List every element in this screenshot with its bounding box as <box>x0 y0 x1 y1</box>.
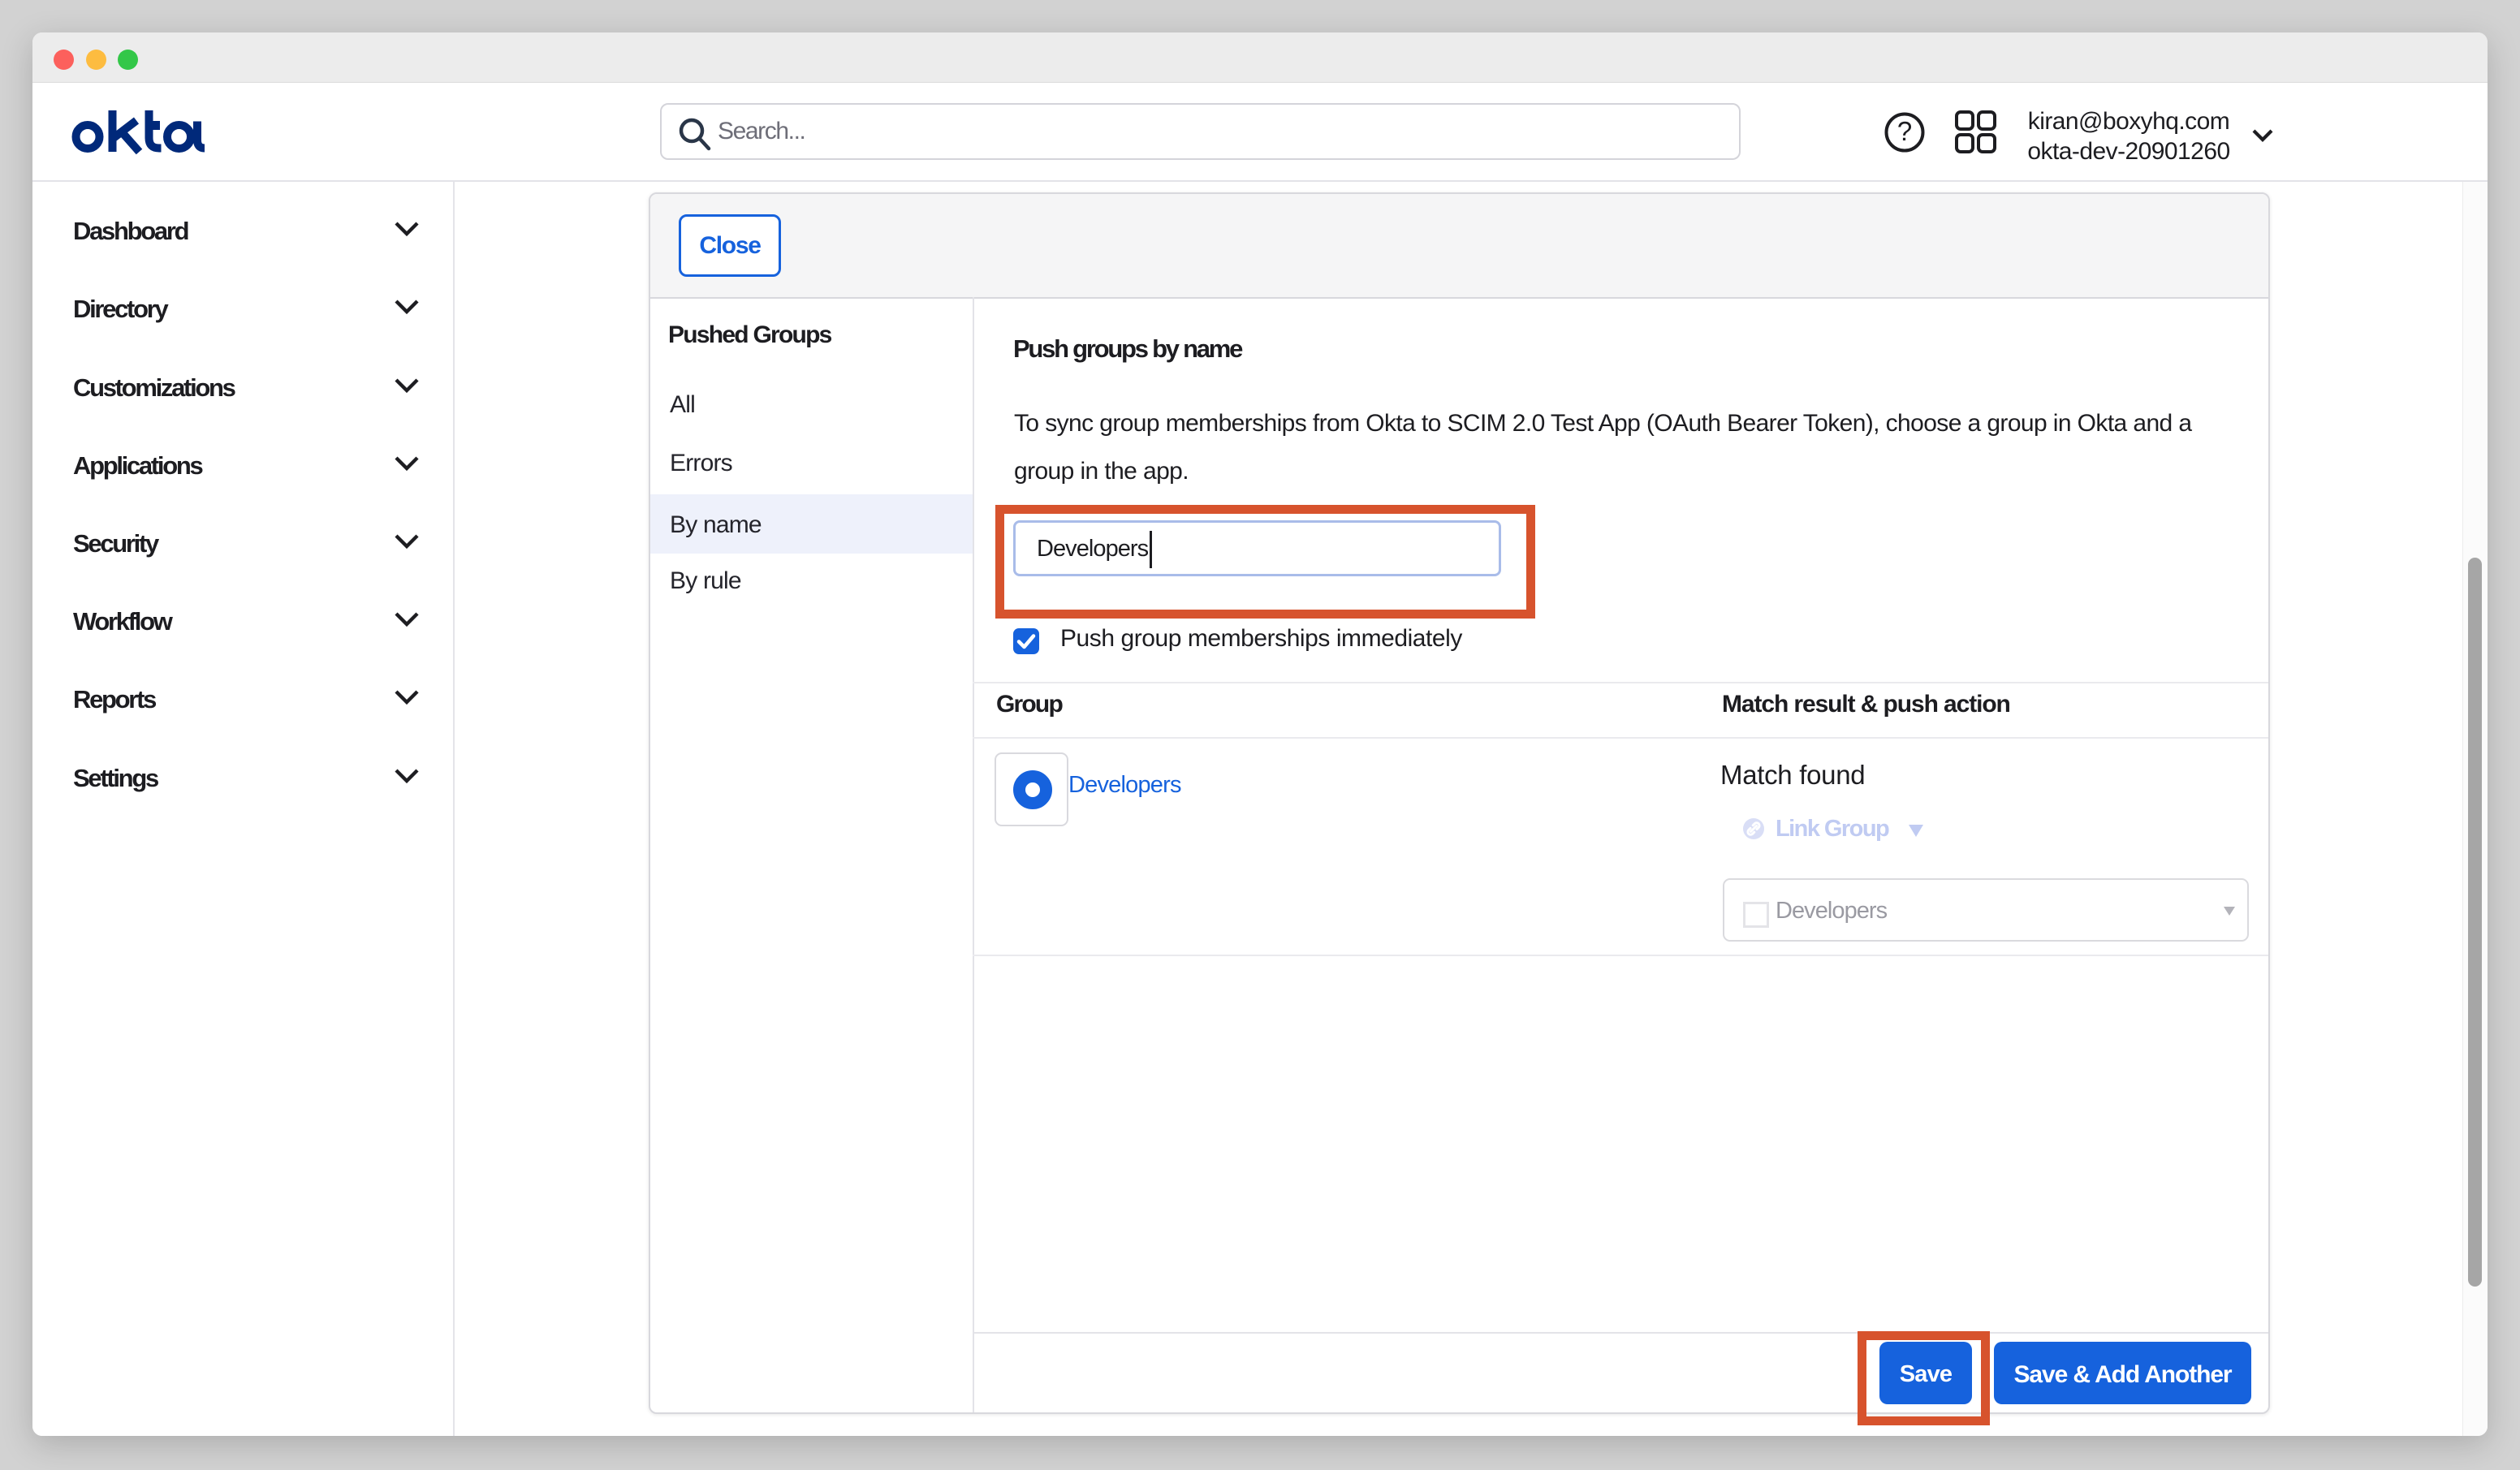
svg-text:?: ? <box>1897 116 1912 146</box>
